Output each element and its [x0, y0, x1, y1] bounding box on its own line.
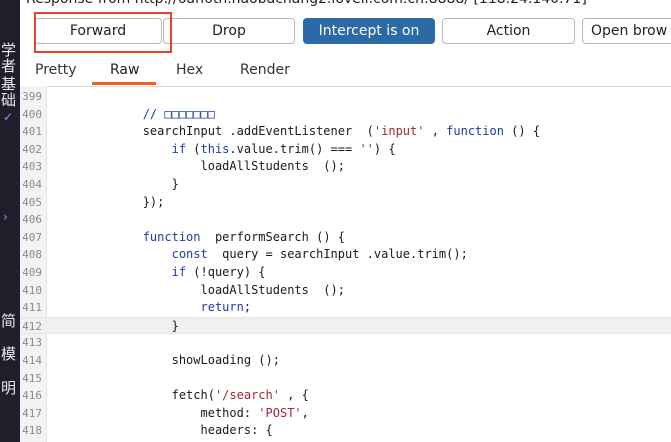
line-number: 412 — [22, 319, 42, 333]
code-text: method: 'POST', — [56, 405, 309, 420]
tab-pretty[interactable]: Pretty — [35, 62, 77, 78]
code-text: loadAllStudents (); — [56, 159, 345, 174]
line-number: 413 — [22, 336, 42, 350]
code-text: headers: { — [56, 423, 273, 438]
code-line: 400 // □□□□□□□ — [20, 106, 671, 124]
background-glyph: 模 — [1, 345, 17, 363]
code-line: 416 fetch('/search' , { — [20, 387, 671, 405]
line-number: 417 — [22, 406, 42, 420]
line-number: 405 — [22, 195, 42, 209]
tab-hex[interactable]: Hex — [176, 62, 203, 78]
line-number: 404 — [22, 178, 42, 191]
line-number: 403 — [22, 160, 42, 174]
code-line: 411 return; — [20, 299, 671, 317]
raw-code-editor[interactable]: 399 400 // □□□□□□□ 401 searchInput .addEve… — [20, 86, 671, 442]
code-line: 410 loadAllStudents (); — [20, 282, 671, 300]
line-number: 407 — [22, 230, 42, 244]
code-text: } — [56, 318, 179, 333]
intercept-toggle-button[interactable]: Intercept is on — [303, 18, 435, 44]
code-line: 404 } — [20, 176, 671, 194]
intercept-response-panel: Response from http://6an6th.haobachang2.… — [20, 0, 671, 442]
code-text: searchInput .addEventListener ('input' ,… — [56, 124, 541, 139]
code-line: 399 — [20, 88, 671, 106]
code-line: 417 method: 'POST', — [20, 405, 671, 423]
active-tab-underline — [92, 82, 156, 85]
code-line: 403 loadAllStudents (); — [20, 158, 671, 176]
code-line: 413 — [20, 334, 671, 352]
action-button[interactable]: Action — [442, 18, 575, 44]
forward-button[interactable]: Forward — [34, 18, 162, 44]
background-window-strip: 学者 基础 ✓ › 简 模 明 — [0, 0, 20, 442]
intercept-toolbar: Forward Drop Intercept is on Action Open… — [20, 18, 671, 46]
code-line: 402 if (this.value.trim() === '') { — [20, 141, 671, 159]
line-number: 410 — [22, 283, 42, 297]
code-text: // □□□□□□□ — [142, 106, 215, 121]
line-number: 406 — [22, 213, 42, 227]
code-text: const query = searchInput .value.trim(); — [171, 247, 468, 262]
background-glyph: 基础 — [1, 75, 17, 109]
code-line: 409 if (!query) { — [20, 264, 671, 282]
code-line: 406 — [20, 211, 671, 229]
code-text: showLoading (); — [56, 353, 280, 367]
code-text: fetch('/search' , { — [56, 388, 309, 403]
tab-raw[interactable]: Raw — [110, 62, 139, 78]
line-number: 418 — [22, 424, 42, 438]
window-title: Response from http://6an6th.haobachang2.… — [20, 0, 671, 9]
code-text: }); — [56, 194, 165, 209]
code-line: 407 function performSearch () { — [20, 229, 671, 247]
line-number: 400 — [22, 107, 42, 121]
line-number: 408 — [22, 248, 42, 262]
code-text: if (!query) { — [171, 265, 266, 279]
code-text: loadAllStudents (); — [56, 282, 345, 297]
tab-render[interactable]: Render — [240, 62, 290, 78]
code-text: return; — [200, 300, 252, 315]
background-chevron-icon: › — [3, 210, 8, 224]
line-number: 401 — [22, 125, 42, 139]
message-view-tabs: Pretty Raw Hex Render — [20, 58, 671, 87]
line-number: 409 — [22, 266, 42, 279]
code-line: 401 searchInput .addEventListener ('inpu… — [20, 123, 671, 141]
code-text: } — [56, 177, 179, 191]
background-glyph: 学者 — [1, 41, 17, 75]
line-number: 415 — [22, 371, 42, 385]
open-browser-button[interactable]: Open brow — [582, 18, 671, 44]
code-line: 414 showLoading (); — [20, 352, 671, 370]
line-number: 414 — [22, 354, 42, 367]
code-line: 412 } — [20, 316, 671, 335]
code-line: 405 }); — [20, 194, 671, 212]
background-check-icon: ✓ — [3, 110, 14, 124]
code-line: 418 headers: { — [20, 422, 671, 440]
code-text: if (this.value.trim() === '') { — [171, 141, 396, 156]
line-number: 416 — [22, 389, 42, 403]
line-number: 411 — [22, 301, 42, 315]
drop-button[interactable]: Drop — [163, 18, 295, 44]
code-line: 408 const query = searchInput .value.tri… — [20, 246, 671, 264]
line-number: 402 — [22, 142, 42, 156]
line-number: 399 — [22, 90, 42, 103]
background-glyph: 简 — [1, 312, 17, 330]
background-glyph: 明 — [1, 379, 17, 397]
code-text: function performSearch () { — [142, 229, 345, 244]
code-line: 415 — [20, 370, 671, 388]
